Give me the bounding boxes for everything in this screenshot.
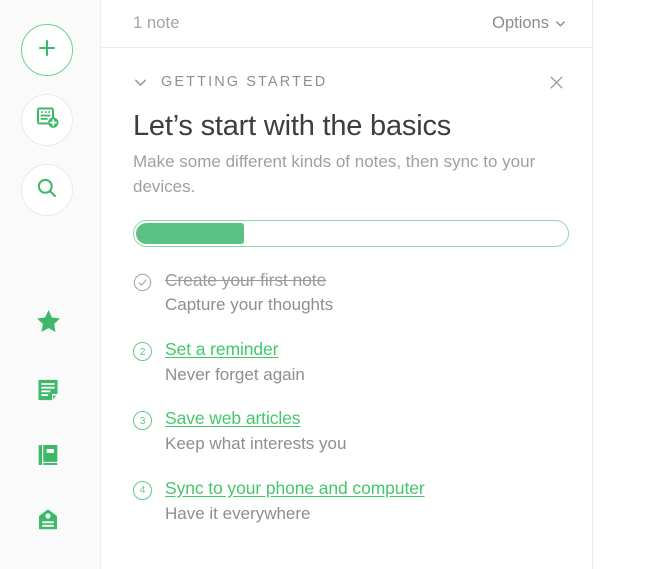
onboarding-task-list: Create your first note Capture your thoug… (133, 269, 562, 526)
close-icon[interactable] (548, 74, 565, 91)
app-window: 1 note Options GETTING STARTED Let’s sta… (0, 0, 645, 569)
sidebar-item-shortcuts[interactable] (29, 305, 67, 343)
task-description: Have it everywhere (165, 503, 311, 523)
task-number: 2 (133, 342, 152, 362)
progress-fill (136, 222, 244, 244)
new-quick-note-button[interactable] (21, 24, 73, 76)
sidebar-item-notes[interactable] (29, 373, 67, 411)
note-icon (35, 377, 61, 408)
left-sidebar (0, 0, 101, 569)
note-list-panel: 1 note Options GETTING STARTED Let’s sta… (101, 0, 593, 569)
task-body: Create your first note Capture your thoug… (165, 269, 333, 317)
note-count-label: 1 note (133, 14, 180, 32)
note-add-icon (35, 105, 60, 135)
task-body: Sync to your phone and computer Have it e… (165, 477, 425, 525)
task-title[interactable]: Sync to your phone and computer (165, 477, 425, 501)
sidebar-item-tags[interactable] (29, 503, 67, 541)
task-number: 4 (133, 480, 152, 500)
tag-icon (35, 507, 61, 538)
options-label: Options (492, 14, 549, 32)
onboarding-progress-bar (133, 219, 569, 247)
search-icon (35, 176, 59, 205)
task-number: 3 (133, 411, 152, 431)
search-button[interactable] (21, 164, 73, 216)
page-title: Let’s start with the basics (133, 110, 452, 142)
task-body: Save web articles Keep what interests you (165, 407, 346, 455)
getting-started-card: GETTING STARTED Let’s start with the bas… (101, 60, 592, 525)
page-subtitle: Make some different kinds of notes, then… (133, 152, 536, 196)
task-number-badge[interactable]: 3 (133, 411, 152, 431)
check-circle-icon[interactable] (133, 273, 152, 292)
getting-started-header: GETTING STARTED (133, 60, 565, 104)
task-item: Create your first note Capture your thoug… (133, 269, 562, 317)
note-list-header: 1 note Options (101, 0, 592, 48)
task-title[interactable]: Set a reminder (165, 338, 305, 362)
task-title: Create your first note (165, 269, 327, 290)
note-editor-pane (593, 0, 645, 569)
task-description: Keep what interests you (165, 434, 347, 454)
task-number-badge[interactable]: 4 (133, 480, 152, 500)
options-button[interactable]: Options (492, 14, 567, 33)
notebook-icon (35, 442, 61, 473)
chevron-down-icon (554, 17, 567, 30)
plus-icon (35, 36, 59, 65)
sidebar-item-notebooks[interactable] (29, 438, 67, 476)
task-item: 2 Set a reminder Never forget again (133, 338, 562, 386)
task-description: Capture your thoughts (165, 295, 334, 315)
task-description: Never forget again (165, 364, 305, 384)
task-item: 3 Save web articles Keep what interests yo… (133, 407, 562, 455)
task-title[interactable]: Save web articles (165, 407, 346, 431)
task-body: Set a reminder Never forget again (165, 338, 305, 386)
getting-started-label: GETTING STARTED (161, 74, 328, 90)
star-icon (34, 307, 63, 341)
task-item: 4 Sync to your phone and computer Have it … (133, 477, 562, 525)
new-note-button[interactable] (21, 94, 73, 146)
task-number-badge[interactable]: 2 (133, 342, 152, 362)
collapse-chevron-down-icon[interactable] (133, 75, 148, 90)
